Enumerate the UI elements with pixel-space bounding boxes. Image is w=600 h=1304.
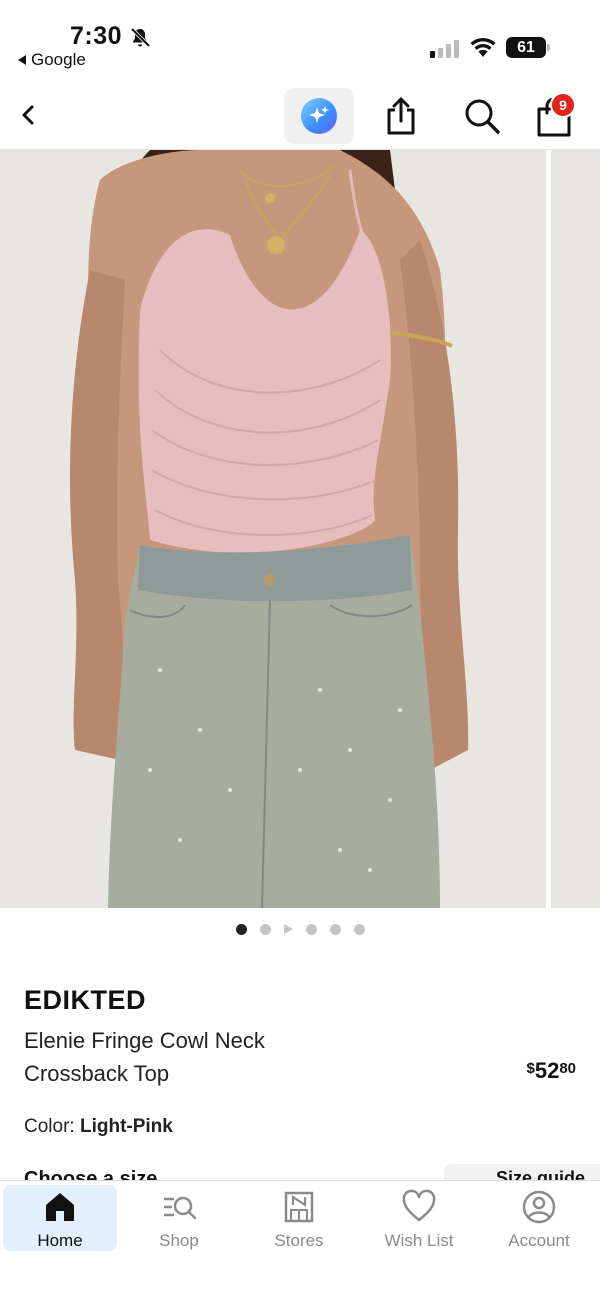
- battery-indicator: 61: [506, 37, 550, 58]
- home-icon: [46, 1193, 74, 1221]
- account-icon: [522, 1190, 556, 1224]
- color-label: Color:: [24, 1116, 75, 1137]
- choose-size-label: Choose a size: [24, 1168, 158, 1180]
- back-triangle-icon: [18, 55, 26, 65]
- store-icon: [284, 1191, 314, 1223]
- heart-icon: [402, 1189, 436, 1222]
- product-price: $ 52 80: [526, 1058, 576, 1084]
- tab-stores-label: Stores: [274, 1231, 324, 1250]
- carousel-dot-active[interactable]: [235, 923, 247, 935]
- color-value: Light-Pink: [79, 1116, 173, 1137]
- carousel-dot[interactable]: [259, 923, 271, 935]
- carousel-dot[interactable]: [353, 923, 365, 935]
- price-currency: $: [526, 1060, 535, 1077]
- back-app-label: Google: [31, 50, 86, 69]
- shop-search-icon: [164, 1196, 197, 1220]
- wifi-icon: [470, 37, 496, 57]
- top-nav: [0, 82, 600, 150]
- back-chevron-icon[interactable]: [14, 100, 44, 130]
- tab-account[interactable]: Account: [482, 1185, 596, 1251]
- bell-off-icon: [130, 27, 151, 48]
- search-icon[interactable]: [462, 96, 502, 136]
- sparkle-icon: [301, 98, 337, 134]
- image-carousel-indicator: [0, 922, 600, 936]
- carousel-dot[interactable]: [329, 923, 341, 935]
- price-cents: 80: [559, 1060, 576, 1077]
- color-selection: Color: Light-Pink: [24, 1116, 173, 1138]
- tab-home[interactable]: Home: [3, 1185, 117, 1251]
- carousel-dot[interactable]: [305, 923, 317, 935]
- tab-wish-list[interactable]: Wish List: [362, 1185, 476, 1251]
- price-dollars: 52: [534, 1058, 560, 1083]
- status-time: 7:30: [70, 22, 123, 50]
- tab-account-label: Account: [508, 1231, 570, 1250]
- video-play-icon[interactable]: [283, 924, 293, 934]
- size-guide-button[interactable]: Size guide: [444, 1164, 600, 1180]
- back-to-app[interactable]: Google: [18, 50, 86, 70]
- tab-stores[interactable]: Stores: [242, 1185, 356, 1251]
- cart-count-badge: 9: [550, 92, 576, 118]
- product-image[interactable]: [0, 150, 546, 908]
- cellular-signal-icon: [430, 38, 459, 58]
- tab-wish-list-label: Wish List: [384, 1231, 454, 1250]
- product-brand[interactable]: EDIKTED: [24, 985, 146, 1016]
- tab-shop[interactable]: Shop: [122, 1185, 236, 1251]
- share-icon[interactable]: [383, 96, 419, 136]
- ai-assistant-button[interactable]: [284, 88, 354, 144]
- product-photo: [0, 150, 546, 908]
- status-bar: 7:30 Google 61: [0, 0, 600, 80]
- next-product-image-peek[interactable]: [551, 150, 600, 908]
- tab-shop-label: Shop: [159, 1231, 199, 1250]
- tab-home-label: Home: [37, 1231, 83, 1250]
- product-name: Elenie Fringe Cowl Neck Crossback Top: [24, 1028, 265, 1086]
- bottom-tab-bar: Home Shop Stores Wish List Account: [0, 1180, 600, 1304]
